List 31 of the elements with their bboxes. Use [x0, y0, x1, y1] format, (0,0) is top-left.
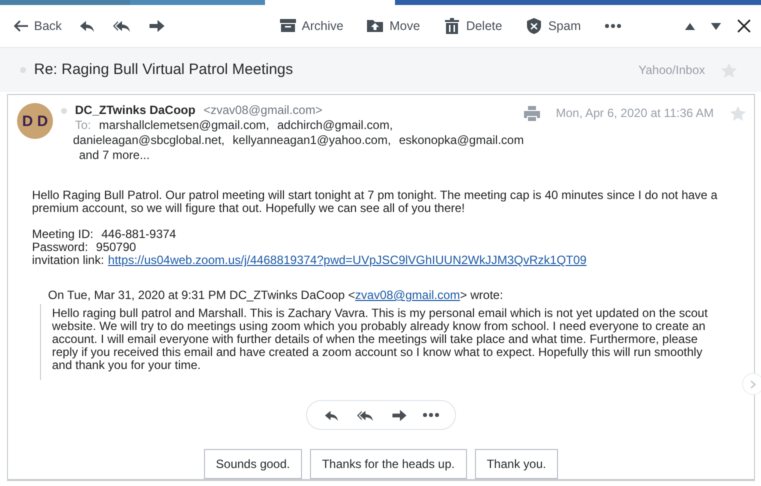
- subject-title: Re: Raging Bull Virtual Patrol Meetings: [34, 60, 294, 80]
- detail-value: 950790: [96, 241, 136, 254]
- folder-label: Yahoo/Inbox: [638, 62, 705, 79]
- date-label: Mon, Apr 6, 2020 at 11:36 AM: [556, 106, 714, 121]
- archive-button[interactable]: Archive: [280, 16, 344, 36]
- detail-label: Meeting ID:: [32, 228, 94, 241]
- delete-button[interactable]: Delete: [444, 16, 502, 36]
- recipient-address[interactable]: adchirch@gmail.com,: [277, 118, 393, 133]
- greeting-paragraph: Hello Raging Bull Patrol. Our patrol meeting will start tonight at 7 pm tonight. The meeting cap is 40 minutes since I do not have a premium account, so we will figure that out. Hopefully we can see all of you there!: [32, 189, 718, 215]
- quoted-paragraph: Hello raging bull patrol and Marshall. This is Zachary Vavra. This is my personal email which is not yet updated on the scout website. We will try to do meetings using zoom which you probably already know from school. I need everyone to create an account. I will email everyone with further details of when the meetings will take place and what time. Furthermore, please reply if you received this email and have created a zoom account so I know what to expect. Hopefully this will run smoothly and thank you for your time.: [52, 305, 709, 374]
- sender-name: DC_ZTwinks DaCoop: [75, 103, 196, 118]
- recipient-address[interactable]: marshallclemetsen@gmail.com,: [99, 118, 270, 133]
- recipient-address[interactable]: kellyanneagan1@yahoo.com,: [232, 133, 391, 148]
- spam-button[interactable]: Spam: [526, 16, 581, 36]
- recipient-address[interactable]: eskonopka@gmail.com: [398, 133, 524, 148]
- more-recipients-link[interactable]: and 7 more...: [79, 148, 150, 162]
- to-label: To:: [75, 118, 92, 133]
- recipient-address[interactable]: danieleagan@sbcglobal.net,: [73, 133, 225, 148]
- invitation-link[interactable]: https://us04web.zoom.us/j/4468819374?pwd=UVpJSC9lVGhIUUN2WkJJM3QvRzk1QT09: [108, 254, 587, 267]
- detail-value: 446-881-9374: [101, 228, 176, 241]
- avatar: D D: [17, 103, 53, 139]
- detail-label: invitation link:: [32, 254, 104, 267]
- move-button[interactable]: Move: [367, 16, 420, 36]
- quick-reply-button[interactable]: Sounds good.: [204, 449, 302, 479]
- email-link[interactable]: zvav08@gmail.com: [355, 288, 460, 302]
- detail-label: Password:: [32, 241, 88, 254]
- quick-reply-button[interactable]: Thanks for the heads up.: [310, 449, 467, 479]
- quick-reply-button[interactable]: Thank you.: [474, 449, 558, 479]
- back-button[interactable]: Back: [14, 16, 62, 36]
- sender-email: <zvav08@gmail.com>: [203, 103, 322, 118]
- quote-intro: On Tue, Mar 31, 2020 at 9:31 PM DC_ZTwinks DaCoop <zvav08@gmail.com> wrote:: [48, 289, 504, 302]
